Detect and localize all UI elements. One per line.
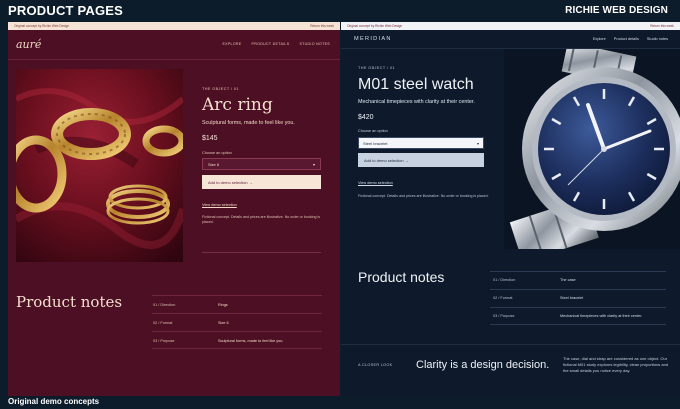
note-key: 01 / Direction — [153, 303, 176, 307]
ring-product-image — [16, 69, 183, 262]
note-key: 01 / Direction — [493, 278, 516, 282]
product-tagline: Sculptural forms, made to feel like you. — [202, 120, 295, 126]
nav-links: Explore Product details Studio notes — [593, 37, 668, 41]
caption-text: Original demo concepts — [8, 397, 100, 406]
product-eyebrow: THE OBJECT / 01 — [358, 66, 395, 70]
note-value: Rings — [218, 303, 228, 307]
product-tagline: Mechanical timepieces with clarity at th… — [358, 99, 475, 105]
note-value: The case — [560, 278, 576, 282]
add-to-selection-label: Add to demo selection → — [208, 179, 253, 185]
note-key: 03 / Purpose — [153, 339, 175, 343]
brand-logo[interactable]: MERIDIAN — [354, 36, 392, 42]
note-value: Steel bracelet — [560, 296, 584, 300]
size-select-value: Size 6 — [208, 161, 220, 167]
top-banner: PRODUCT PAGES RICHIE WEB DESIGN — [0, 0, 680, 22]
site-nav: auré EXPLORE PRODUCT DETAILS STUDIO NOTE… — [8, 30, 340, 60]
brand-logo[interactable]: auré — [16, 38, 41, 51]
closer-look-body: The case, dial and strap are considered … — [563, 356, 669, 373]
product-notes-table: 01 / Direction The case 02 / Format Stee… — [490, 271, 666, 325]
product-price: $145 — [202, 135, 218, 142]
banner-brand: RICHIE WEB DESIGN — [565, 5, 668, 16]
nav-studio-notes[interactable]: Studio notes — [647, 37, 668, 41]
nav-explore[interactable]: Explore — [593, 37, 606, 41]
disclaimer-text: Fictional concept. Details and prices ar… — [358, 194, 489, 198]
nav-explore[interactable]: EXPLORE — [222, 42, 241, 46]
size-select[interactable]: Size 6 ▾ — [202, 158, 321, 170]
nav-product-details[interactable]: Product details — [614, 37, 639, 41]
jewelry-product-page: Original concept by Richie Web Design Re… — [8, 22, 340, 396]
nav-product-details[interactable]: PRODUCT DETAILS — [252, 42, 290, 46]
banner-title: PRODUCT PAGES — [8, 3, 124, 18]
nav-links: EXPLORE PRODUCT DETAILS STUDIO NOTES — [222, 42, 330, 46]
table-row: 01 / Direction The case — [490, 271, 666, 289]
concept-notice-link[interactable]: Return this week — [650, 24, 674, 28]
product-price: $420 — [358, 114, 374, 121]
note-value: Sculptural forms, made to feel like you. — [218, 339, 284, 343]
strap-select[interactable]: Steel bracelet ▾ — [358, 137, 484, 149]
closer-look-headline: Clarity is a design decision. — [416, 359, 550, 371]
chevron-down-icon: ▾ — [476, 140, 479, 146]
note-key: 02 / Format — [153, 321, 173, 325]
disclaimer-text: Fictional concept. Details and prices ar… — [202, 215, 321, 224]
add-to-selection-button[interactable]: Add to demo selection → — [202, 175, 321, 189]
table-row: 02 / Format Steel bracelet — [490, 289, 666, 307]
closer-look-eyebrow: A CLOSER LOOK — [358, 363, 393, 367]
table-row: 03 / Purpose Mechanical timepieces with … — [490, 307, 666, 325]
note-value: Size 6 — [218, 321, 229, 325]
concept-notice-text: Original concept by Richie Web Design — [347, 24, 403, 28]
note-value: Mechanical timepieces with clarity at th… — [560, 314, 643, 318]
concept-notice-bar: Original concept by Richie Web Design Re… — [8, 22, 340, 30]
product-eyebrow: THE OBJECT / 01 — [202, 87, 239, 91]
chevron-down-icon: ▾ — [312, 161, 315, 167]
note-key: 03 / Purpose — [493, 314, 515, 318]
product-notes-table: 01 / Direction Rings 02 / Format Size 6 … — [152, 295, 322, 349]
nav-studio-notes[interactable]: STUDIO NOTES — [299, 42, 330, 46]
note-key: 02 / Format — [493, 296, 513, 300]
nav-divider — [8, 59, 340, 60]
view-selection-link[interactable]: View demo selection — [202, 203, 237, 207]
option-label: Choose an option — [202, 151, 232, 155]
option-label: Choose an option — [358, 129, 388, 133]
strap-select-value: Steel bracelet — [363, 140, 388, 146]
concept-notice-text: Original concept by Richie Web Design — [14, 24, 70, 28]
add-to-selection-label: Add to demo selection → — [364, 157, 409, 163]
product-title: M01 steel watch — [358, 76, 474, 93]
view-selection-link[interactable]: View demo selection — [358, 181, 393, 185]
watch-product-image — [504, 49, 680, 249]
table-row: 01 / Direction Rings — [152, 295, 322, 313]
concept-notice-bar: Original concept by Richie Web Design Re… — [341, 22, 680, 30]
bottom-caption-bar: Original demo concepts — [0, 396, 680, 409]
watch-product-page: Original concept by Richie Web Design Re… — [341, 22, 680, 396]
concept-notice-link[interactable]: Return this week — [310, 24, 334, 28]
add-to-selection-button[interactable]: Add to demo selection → — [358, 153, 484, 167]
product-title: Arc ring — [202, 95, 273, 115]
details-divider — [202, 252, 321, 253]
table-row: 02 / Format Size 6 — [152, 313, 322, 331]
table-row: 03 / Purpose Sculptural forms, made to f… — [152, 331, 322, 349]
product-notes-title: Product notes — [16, 293, 123, 311]
product-notes-title: Product notes — [358, 269, 445, 285]
